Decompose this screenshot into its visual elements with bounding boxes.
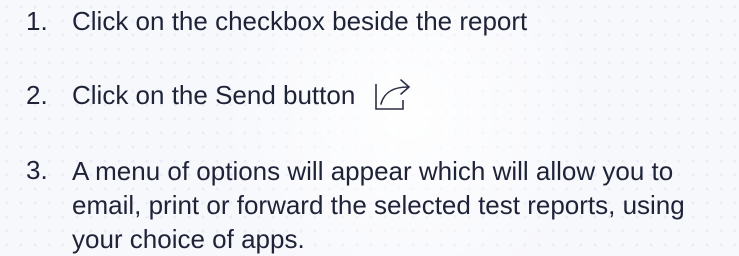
instruction-step-2: 2. Click on the Send button [26, 79, 415, 113]
step-text: Click on the checkbox beside the report [72, 6, 528, 36]
step-text: Click on the Send button [72, 80, 356, 110]
send-share-icon [373, 75, 415, 113]
step-number: 2. [26, 80, 48, 110]
step-number: 3. [26, 155, 48, 185]
step-number: 1. [26, 6, 48, 36]
instruction-step-3: 3. A menu of options will appear which w… [26, 154, 737, 256]
instruction-list: 1. Click on the checkbox beside the repo… [0, 0, 739, 256]
instruction-step-1: 1. Click on the checkbox beside the repo… [26, 5, 527, 38]
step-text: A menu of options will appear which will… [72, 156, 685, 254]
